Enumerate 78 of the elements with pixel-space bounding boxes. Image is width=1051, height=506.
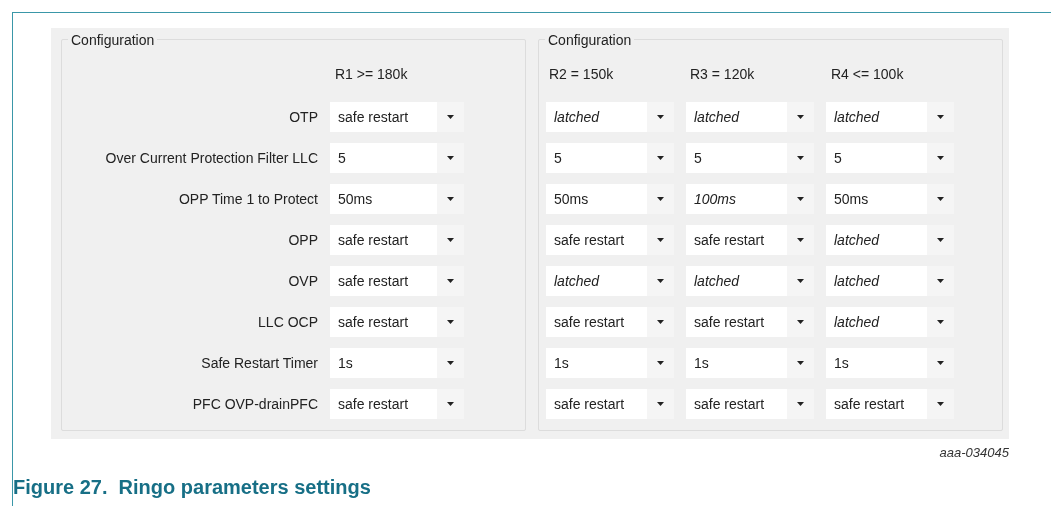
caret-icon [657, 156, 664, 160]
caret-icon [447, 320, 454, 324]
dropdown[interactable]: 5 [330, 143, 464, 173]
caret-icon [937, 197, 944, 201]
dropdown[interactable]: safe restart [330, 307, 464, 337]
column-header: R2 = 150k [549, 64, 615, 84]
field-label: OPP [287, 230, 318, 250]
dropdown[interactable]: safe restart [330, 102, 464, 132]
column-header: R4 <= 100k [831, 64, 905, 84]
caret-icon [797, 238, 804, 242]
caret-icon [657, 361, 664, 365]
caret-icon [797, 402, 804, 406]
caret-icon [657, 238, 664, 242]
dropdown[interactable]: safe restart [330, 225, 464, 255]
field-label: Over Current Protection Filter LLC [104, 148, 318, 168]
caret-icon [797, 361, 804, 365]
caret-icon [937, 402, 944, 406]
caret-icon [797, 320, 804, 324]
dropdown[interactable]: 100ms [686, 184, 814, 214]
dropdown[interactable]: 5 [826, 143, 954, 173]
dropdown[interactable]: latched [826, 102, 954, 132]
caret-icon [797, 197, 804, 201]
dropdown[interactable]: 50ms [546, 184, 674, 214]
caret-icon [657, 320, 664, 324]
caret-icon [937, 115, 944, 119]
dropdown[interactable]: safe restart [546, 225, 674, 255]
caret-icon [797, 115, 804, 119]
dropdown[interactable]: 1s [686, 348, 814, 378]
dropdown[interactable]: safe restart [546, 307, 674, 337]
dropdown[interactable]: safe restart [330, 389, 464, 419]
field-label: OTP [288, 107, 318, 127]
caret-icon [937, 156, 944, 160]
dropdown[interactable]: safe restart [686, 307, 814, 337]
field-label: Safe Restart Timer [200, 353, 318, 373]
figure-id: aaa-034045 [939, 444, 1009, 462]
caret-icon [937, 279, 944, 283]
caret-icon [937, 320, 944, 324]
dropdown[interactable]: safe restart [826, 389, 954, 419]
dropdown[interactable]: latched [826, 307, 954, 337]
caret-icon [937, 238, 944, 242]
field-label: LLC OCP [257, 312, 318, 332]
caret-icon [447, 279, 454, 283]
dropdown[interactable]: safe restart [546, 389, 674, 419]
caret-icon [797, 279, 804, 283]
caret-icon [657, 197, 664, 201]
dropdown[interactable]: 5 [686, 143, 814, 173]
field-label: PFC OVP-drainPFC [191, 394, 318, 414]
field-label: OVP [287, 271, 318, 291]
field-label: OPP Time 1 to Protect [177, 189, 318, 209]
caret-icon [797, 156, 804, 160]
dropdown[interactable]: latched [826, 225, 954, 255]
dropdown[interactable]: 1s [330, 348, 464, 378]
dropdown[interactable]: safe restart [330, 266, 464, 296]
dropdown[interactable]: safe restart [686, 225, 814, 255]
caret-icon [447, 238, 454, 242]
caret-icon [447, 156, 454, 160]
caret-icon [447, 197, 454, 201]
column-header: R1 >= 180k [335, 64, 409, 84]
caret-icon [447, 402, 454, 406]
dropdown[interactable]: latched [546, 266, 674, 296]
dropdown[interactable]: latched [686, 102, 814, 132]
dropdown[interactable]: 5 [546, 143, 674, 173]
column-header: R3 = 120k [690, 64, 756, 84]
caret-icon [447, 115, 454, 119]
dropdown[interactable]: 1s [546, 348, 674, 378]
figure-caption: Figure 27. Ringo parameters settings [13, 475, 371, 498]
dropdown[interactable]: safe restart [686, 389, 814, 419]
dropdown[interactable]: latched [826, 266, 954, 296]
dropdown[interactable]: latched [546, 102, 674, 132]
caret-icon [937, 361, 944, 365]
caret-icon [657, 115, 664, 119]
dropdown[interactable]: 1s [826, 348, 954, 378]
dropdown[interactable]: 50ms [826, 184, 954, 214]
caret-icon [657, 279, 664, 283]
caret-icon [657, 402, 664, 406]
caret-icon [447, 361, 454, 365]
dropdown[interactable]: latched [686, 266, 814, 296]
dropdown[interactable]: 50ms [330, 184, 464, 214]
